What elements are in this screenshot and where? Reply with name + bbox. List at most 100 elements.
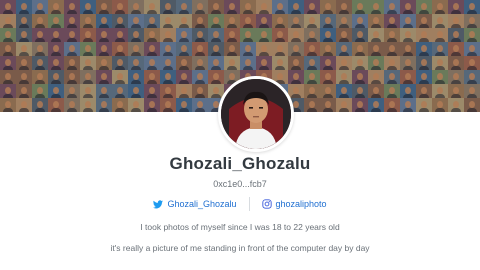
avatar-photo [221, 79, 291, 149]
banner-photo-tile [432, 14, 448, 28]
banner-photo-tile [272, 14, 288, 28]
banner-photo-tile [432, 0, 448, 14]
twitter-link[interactable]: Ghozali_Ghozalu [153, 199, 237, 209]
banner-photo-tile [416, 42, 432, 56]
banner-photo-tile [224, 0, 240, 14]
banner-photo-tile [32, 98, 48, 112]
banner-photo-tile [384, 28, 400, 42]
banner-photo-tile [352, 42, 368, 56]
banner-photo-tile [176, 14, 192, 28]
banner-photo-tile [416, 56, 432, 70]
banner-photo-tile [448, 98, 464, 112]
banner-photo-tile [160, 56, 176, 70]
banner-photo-tile [208, 28, 224, 42]
banner-photo-tile [368, 28, 384, 42]
banner-photo-tile [464, 42, 480, 56]
banner-photo-tile [112, 28, 128, 42]
banner-photo-tile [96, 42, 112, 56]
banner-photo-tile [336, 0, 352, 14]
banner-photo-tile [288, 0, 304, 14]
banner-photo-tile [144, 14, 160, 28]
banner-photo-tile [384, 98, 400, 112]
banner-photo-tile [0, 28, 16, 42]
banner-photo-tile [320, 28, 336, 42]
banner-photo-tile [256, 42, 272, 56]
banner-photo-tile [320, 56, 336, 70]
banner-photo-tile [64, 42, 80, 56]
banner-photo-tile [304, 84, 320, 98]
banner-photo-tile [64, 98, 80, 112]
banner-photo-tile [336, 70, 352, 84]
banner-photo-tile [320, 84, 336, 98]
wallet-address[interactable]: 0xc1e0...fcb7 [0, 179, 480, 189]
banner-photo-tile [368, 84, 384, 98]
banner-photo-tile [464, 84, 480, 98]
banner-photo-tile [272, 0, 288, 14]
banner-photo-tile [448, 56, 464, 70]
banner-photo-tile [400, 84, 416, 98]
banner-photo-tile [400, 70, 416, 84]
banner-photo-tile [416, 0, 432, 14]
banner-photo-tile [208, 14, 224, 28]
banner-photo-tile [384, 42, 400, 56]
banner-photo-tile [64, 0, 80, 14]
banner-photo-tile [304, 70, 320, 84]
banner-photo-tile [160, 98, 176, 112]
banner-photo-tile [128, 42, 144, 56]
banner-photo-tile [0, 98, 16, 112]
banner-photo-tile [352, 70, 368, 84]
banner-photo-tile [384, 56, 400, 70]
profile-avatar [218, 76, 294, 152]
banner-photo-tile [144, 28, 160, 42]
banner-photo-tile [128, 28, 144, 42]
banner-photo-tile [0, 14, 16, 28]
instagram-handle: ghozaliphoto [275, 199, 327, 209]
banner-photo-tile [400, 14, 416, 28]
banner-photo-tile [64, 84, 80, 98]
banner-photo-tile [304, 56, 320, 70]
banner-photo-tile [368, 14, 384, 28]
banner-photo-tile [336, 98, 352, 112]
instagram-link[interactable]: ghozaliphoto [261, 199, 327, 209]
banner-photo-tile [336, 14, 352, 28]
banner-photo-tile [448, 0, 464, 14]
banner-photo-tile [224, 14, 240, 28]
banner-photo-tile [320, 0, 336, 14]
banner-photo-tile [96, 84, 112, 98]
banner-photo-tile [272, 56, 288, 70]
banner-photo-tile [64, 14, 80, 28]
banner-photo-tile [96, 70, 112, 84]
banner-photo-tile [176, 42, 192, 56]
banner-photo-tile [160, 28, 176, 42]
banner-photo-tile [400, 98, 416, 112]
banner-photo-tile [304, 42, 320, 56]
banner-photo-tile [288, 56, 304, 70]
banner-photo-tile [448, 28, 464, 42]
banner-photo-tile [464, 0, 480, 14]
banner-photo-tile [64, 28, 80, 42]
banner-photo-tile [80, 84, 96, 98]
banner-photo-tile [16, 84, 32, 98]
banner-photo-tile [288, 28, 304, 42]
banner-photo-tile [16, 14, 32, 28]
banner-photo-tile [336, 28, 352, 42]
banner-photo-tile [16, 70, 32, 84]
banner-photo-tile [96, 14, 112, 28]
banner-photo-tile [144, 56, 160, 70]
banner-photo-tile [256, 0, 272, 14]
banner-photo-tile [32, 70, 48, 84]
banner-photo-tile [208, 42, 224, 56]
banner-photo-tile [80, 0, 96, 14]
banner-photo-tile [192, 56, 208, 70]
banner-photo-tile [48, 70, 64, 84]
banner-photo-tile [368, 42, 384, 56]
banner-photo-tile [144, 70, 160, 84]
banner-photo-tile [240, 28, 256, 42]
bio-line: it's really a picture of me standing in … [110, 243, 370, 253]
social-divider [248, 197, 250, 211]
banner-photo-tile [32, 0, 48, 14]
banner-photo-tile [368, 70, 384, 84]
banner-photo-tile [96, 56, 112, 70]
banner-photo-tile [384, 14, 400, 28]
banner-photo-tile [416, 84, 432, 98]
